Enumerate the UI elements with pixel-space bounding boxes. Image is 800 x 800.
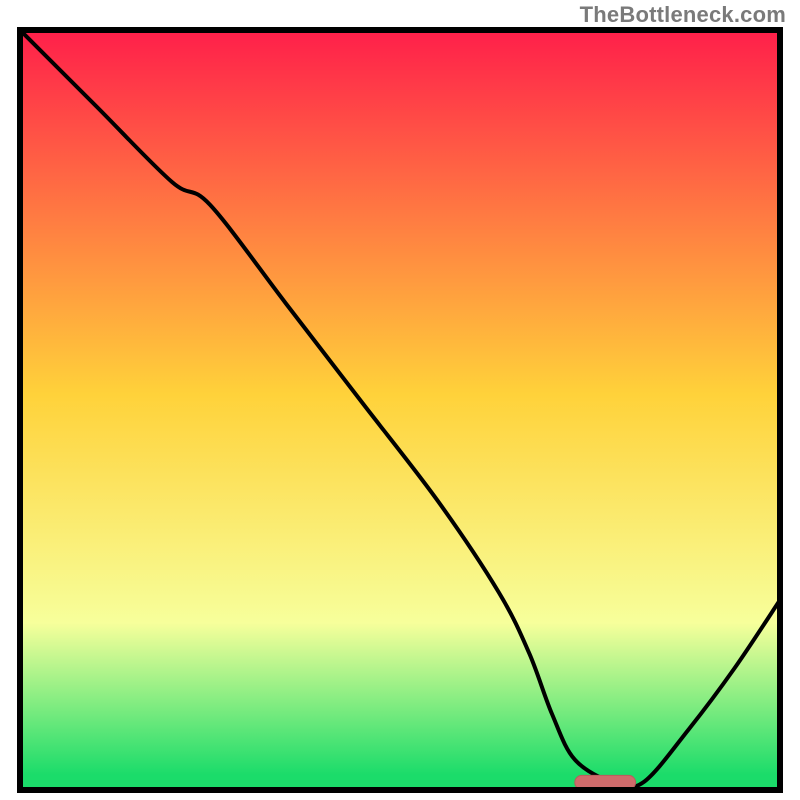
chart-container: { "watermark": "TheBottleneck.com", "col… — [0, 0, 800, 800]
bottleneck-chart — [0, 0, 800, 800]
